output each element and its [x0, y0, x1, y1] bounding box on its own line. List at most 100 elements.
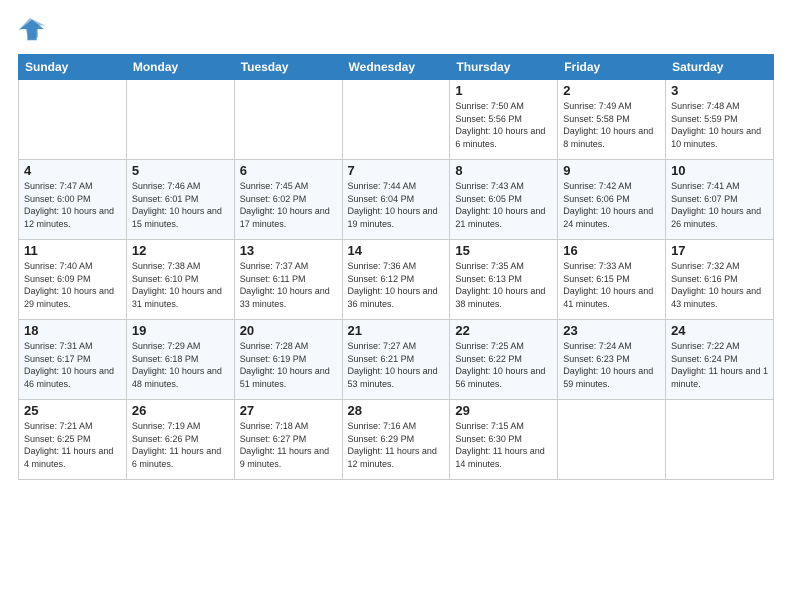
- day-info: Sunrise: 7:38 AMSunset: 6:10 PMDaylight:…: [132, 260, 229, 310]
- day-info: Sunrise: 7:31 AMSunset: 6:17 PMDaylight:…: [24, 340, 121, 390]
- day-cell: 11 Sunrise: 7:40 AMSunset: 6:09 PMDayligh…: [19, 240, 127, 320]
- day-number: 27: [240, 403, 337, 418]
- day-info: Sunrise: 7:42 AMSunset: 6:06 PMDaylight:…: [563, 180, 660, 230]
- week-row-3: 11 Sunrise: 7:40 AMSunset: 6:09 PMDayligh…: [19, 240, 774, 320]
- day-number: 6: [240, 163, 337, 178]
- weekday-header-row: SundayMondayTuesdayWednesdayThursdayFrid…: [19, 55, 774, 80]
- day-cell: 29 Sunrise: 7:15 AMSunset: 6:30 PMDayligh…: [450, 400, 558, 480]
- day-cell: 20 Sunrise: 7:28 AMSunset: 6:19 PMDayligh…: [234, 320, 342, 400]
- day-cell: 6 Sunrise: 7:45 AMSunset: 6:02 PMDaylight…: [234, 160, 342, 240]
- day-info: Sunrise: 7:44 AMSunset: 6:04 PMDaylight:…: [348, 180, 445, 230]
- day-number: 28: [348, 403, 445, 418]
- day-info: Sunrise: 7:25 AMSunset: 6:22 PMDaylight:…: [455, 340, 552, 390]
- day-cell: 5 Sunrise: 7:46 AMSunset: 6:01 PMDaylight…: [126, 160, 234, 240]
- weekday-header-monday: Monday: [126, 55, 234, 80]
- weekday-header-sunday: Sunday: [19, 55, 127, 80]
- day-number: 11: [24, 243, 121, 258]
- day-cell: 13Sunrise: 7:37 AMSunset: 6:11 PMDayligh…: [234, 240, 342, 320]
- weekday-header-thursday: Thursday: [450, 55, 558, 80]
- day-info: Sunrise: 7:27 AMSunset: 6:21 PMDaylight:…: [348, 340, 445, 390]
- day-cell: 23 Sunrise: 7:24 AMSunset: 6:23 PMDayligh…: [558, 320, 666, 400]
- day-cell: 24 Sunrise: 7:22 AMSunset: 6:24 PMDayligh…: [666, 320, 774, 400]
- day-number: 10: [671, 163, 768, 178]
- day-info: Sunrise: 7:47 AMSunset: 6:00 PMDaylight:…: [24, 180, 121, 230]
- weekday-header-friday: Friday: [558, 55, 666, 80]
- day-info: Sunrise: 7:49 AMSunset: 5:58 PMDaylight:…: [563, 100, 660, 150]
- day-cell: 3 Sunrise: 7:48 AMSunset: 5:59 PMDaylight…: [666, 80, 774, 160]
- day-cell: 1 Sunrise: 7:50 AMSunset: 5:56 PMDaylight…: [450, 80, 558, 160]
- day-cell: 2Sunrise: 7:49 AMSunset: 5:58 PMDaylight…: [558, 80, 666, 160]
- day-cell: 8 Sunrise: 7:43 AMSunset: 6:05 PMDaylight…: [450, 160, 558, 240]
- day-info: Sunrise: 7:41 AMSunset: 6:07 PMDaylight:…: [671, 180, 768, 230]
- day-number: 13: [240, 243, 337, 258]
- day-number: 26: [132, 403, 229, 418]
- day-cell: [234, 80, 342, 160]
- day-number: 5: [132, 163, 229, 178]
- weekday-header-wednesday: Wednesday: [342, 55, 450, 80]
- day-info: Sunrise: 7:24 AMSunset: 6:23 PMDaylight:…: [563, 340, 660, 390]
- day-cell: 21Sunrise: 7:27 AMSunset: 6:21 PMDayligh…: [342, 320, 450, 400]
- day-info: Sunrise: 7:48 AMSunset: 5:59 PMDaylight:…: [671, 100, 768, 150]
- day-info: Sunrise: 7:22 AMSunset: 6:24 PMDaylight:…: [671, 340, 768, 390]
- day-info: Sunrise: 7:50 AMSunset: 5:56 PMDaylight:…: [455, 100, 552, 150]
- day-cell: 28 Sunrise: 7:16 AMSunset: 6:29 PMDayligh…: [342, 400, 450, 480]
- logo: [18, 16, 50, 44]
- day-info: Sunrise: 7:16 AMSunset: 6:29 PMDaylight:…: [348, 420, 445, 470]
- day-number: 19: [132, 323, 229, 338]
- day-number: 16: [563, 243, 660, 258]
- day-cell: 17 Sunrise: 7:32 AMSunset: 6:16 PMDayligh…: [666, 240, 774, 320]
- day-cell: 16 Sunrise: 7:33 AMSunset: 6:15 PMDayligh…: [558, 240, 666, 320]
- day-cell: 14 Sunrise: 7:36 AMSunset: 6:12 PMDayligh…: [342, 240, 450, 320]
- day-info: Sunrise: 7:46 AMSunset: 6:01 PMDaylight:…: [132, 180, 229, 230]
- header: [18, 16, 774, 44]
- day-cell: 10 Sunrise: 7:41 AMSunset: 6:07 PMDayligh…: [666, 160, 774, 240]
- weekday-header-saturday: Saturday: [666, 55, 774, 80]
- week-row-1: 1 Sunrise: 7:50 AMSunset: 5:56 PMDaylight…: [19, 80, 774, 160]
- day-number: 29: [455, 403, 552, 418]
- day-info: Sunrise: 7:21 AMSunset: 6:25 PMDaylight:…: [24, 420, 121, 470]
- day-cell: 18Sunrise: 7:31 AMSunset: 6:17 PMDayligh…: [19, 320, 127, 400]
- day-info: Sunrise: 7:29 AMSunset: 6:18 PMDaylight:…: [132, 340, 229, 390]
- day-number: 20: [240, 323, 337, 338]
- day-number: 1: [455, 83, 552, 98]
- day-cell: [342, 80, 450, 160]
- day-number: 3: [671, 83, 768, 98]
- day-cell: 27 Sunrise: 7:18 AMSunset: 6:27 PMDayligh…: [234, 400, 342, 480]
- day-info: Sunrise: 7:15 AMSunset: 6:30 PMDaylight:…: [455, 420, 552, 470]
- day-cell: 26Sunrise: 7:19 AMSunset: 6:26 PMDayligh…: [126, 400, 234, 480]
- day-number: 8: [455, 163, 552, 178]
- day-cell: 9 Sunrise: 7:42 AMSunset: 6:06 PMDaylight…: [558, 160, 666, 240]
- day-cell: 19 Sunrise: 7:29 AMSunset: 6:18 PMDayligh…: [126, 320, 234, 400]
- day-info: Sunrise: 7:35 AMSunset: 6:13 PMDaylight:…: [455, 260, 552, 310]
- day-info: Sunrise: 7:43 AMSunset: 6:05 PMDaylight:…: [455, 180, 552, 230]
- day-number: 22: [455, 323, 552, 338]
- day-number: 12: [132, 243, 229, 258]
- day-info: Sunrise: 7:32 AMSunset: 6:16 PMDaylight:…: [671, 260, 768, 310]
- week-row-2: 4 Sunrise: 7:47 AMSunset: 6:00 PMDaylight…: [19, 160, 774, 240]
- day-number: 25: [24, 403, 121, 418]
- day-info: Sunrise: 7:33 AMSunset: 6:15 PMDaylight:…: [563, 260, 660, 310]
- day-cell: 22 Sunrise: 7:25 AMSunset: 6:22 PMDayligh…: [450, 320, 558, 400]
- page: SundayMondayTuesdayWednesdayThursdayFrid…: [0, 0, 792, 612]
- day-cell: 12 Sunrise: 7:38 AMSunset: 6:10 PMDayligh…: [126, 240, 234, 320]
- day-number: 14: [348, 243, 445, 258]
- day-cell: [558, 400, 666, 480]
- day-number: 23: [563, 323, 660, 338]
- day-number: 9: [563, 163, 660, 178]
- day-number: 17: [671, 243, 768, 258]
- day-info: Sunrise: 7:28 AMSunset: 6:19 PMDaylight:…: [240, 340, 337, 390]
- day-cell: [19, 80, 127, 160]
- week-row-5: 25 Sunrise: 7:21 AMSunset: 6:25 PMDayligh…: [19, 400, 774, 480]
- day-cell: 4 Sunrise: 7:47 AMSunset: 6:00 PMDaylight…: [19, 160, 127, 240]
- day-cell: [666, 400, 774, 480]
- day-number: 4: [24, 163, 121, 178]
- day-number: 7: [348, 163, 445, 178]
- day-info: Sunrise: 7:40 AMSunset: 6:09 PMDaylight:…: [24, 260, 121, 310]
- day-cell: 25 Sunrise: 7:21 AMSunset: 6:25 PMDayligh…: [19, 400, 127, 480]
- day-cell: [126, 80, 234, 160]
- day-info: Sunrise: 7:45 AMSunset: 6:02 PMDaylight:…: [240, 180, 337, 230]
- day-number: 24: [671, 323, 768, 338]
- day-info: Sunrise: 7:36 AMSunset: 6:12 PMDaylight:…: [348, 260, 445, 310]
- day-info: Sunrise: 7:18 AMSunset: 6:27 PMDaylight:…: [240, 420, 337, 470]
- day-number: 15: [455, 243, 552, 258]
